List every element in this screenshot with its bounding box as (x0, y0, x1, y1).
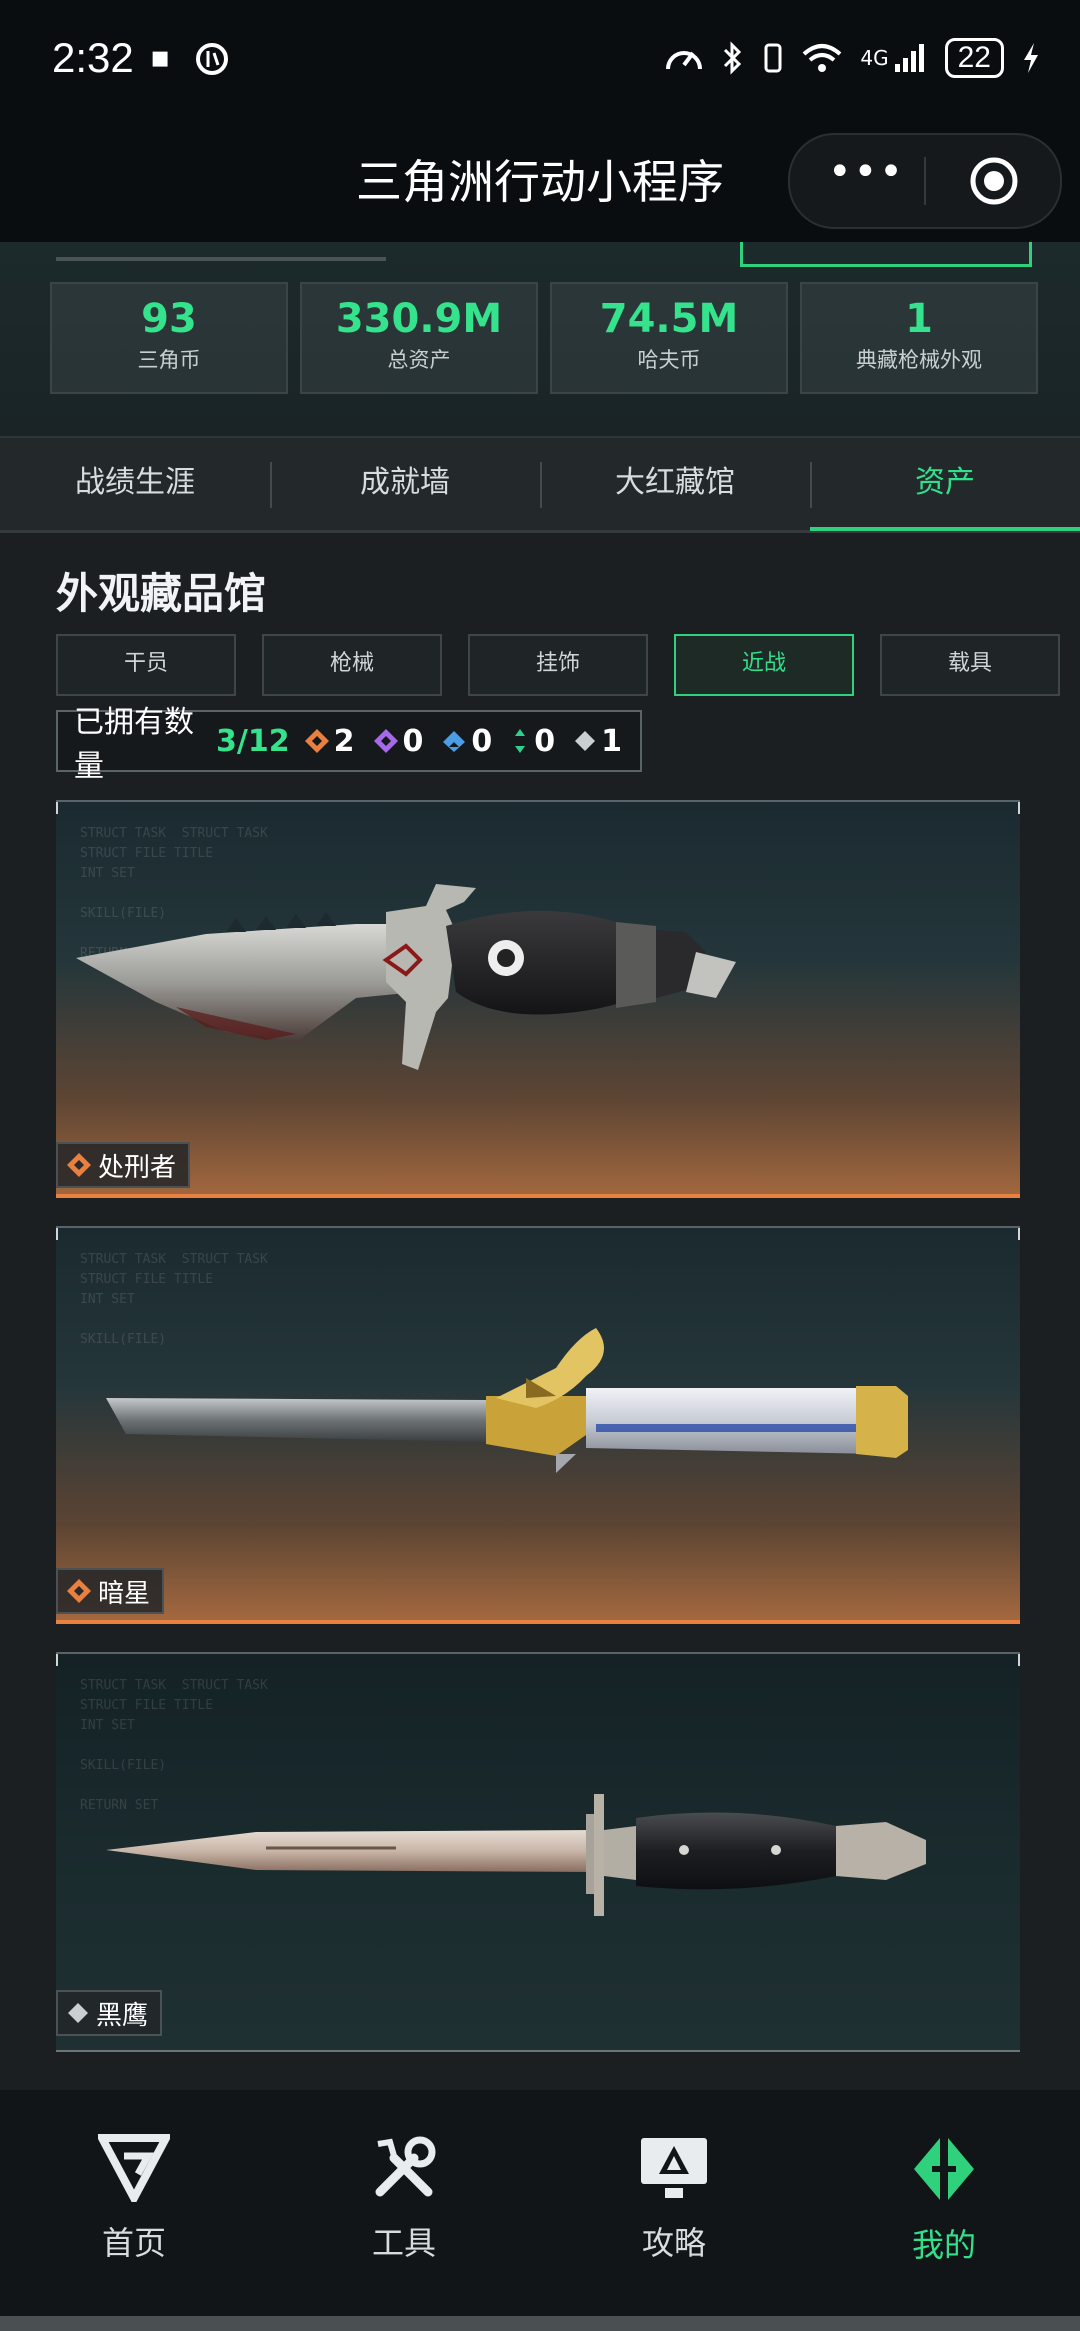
knife-dark-star-image (106, 1328, 908, 1473)
nav-guides[interactable]: 攻略 (574, 2134, 774, 2264)
blue-diamond-icon (443, 731, 466, 752)
tab-red-collection[interactable]: 大红藏馆 (540, 438, 810, 530)
rarity-bar (56, 1194, 1020, 1198)
nav-label: 我的 (911, 2226, 976, 2264)
rarity-count: 2 (333, 723, 355, 759)
stat-card-havoc-coin: 74.5M 哈夫币 (550, 282, 788, 394)
collection-item-card[interactable]: STRUCT TASK STRUCT TASK STRUCT FILE TITL… (56, 1652, 1020, 2052)
header-partial-button[interactable] (740, 242, 1032, 267)
status-bar: 2:32 ▪ 4G 22 (0, 0, 1080, 120)
tab-assets[interactable]: 资产 (810, 438, 1080, 530)
nav-profile[interactable]: 我的 (844, 2134, 1044, 2266)
nav-tools[interactable]: 工具 (304, 2134, 504, 2264)
rarity-count: 0 (534, 723, 556, 759)
stat-label: 哈夫币 (637, 348, 701, 372)
notification-icons: ▪ (150, 40, 230, 77)
vibrate-icon (764, 43, 782, 73)
profile-tabs: 战绩生涯 成就墙 大红藏馆 资产 (0, 438, 1080, 533)
orange-diamond-icon (67, 1153, 91, 1177)
active-tab-indicator (810, 527, 1080, 531)
tools-icon (375, 2136, 436, 2197)
signal-icon (894, 44, 924, 72)
network-label: 4G (860, 46, 889, 70)
gray-diamond-icon (575, 731, 596, 751)
filter-firearms[interactable]: 枪械 (262, 634, 442, 696)
monitor-guide-icon (641, 2138, 707, 2198)
bottom-navigation: 首页 工具 攻略 我的 (0, 2090, 1080, 2316)
mini-program-title-bar: 三角洲行动小程序 ••• (0, 120, 1080, 242)
rarity-orange-count: 2 (304, 724, 355, 759)
rarity-gray-count: 1 (573, 724, 622, 759)
item-name: 处刑者 (98, 1152, 177, 1183)
wifi-icon (803, 44, 842, 72)
category-filters: 干员 枪械 挂饰 近战 载具 (56, 634, 1060, 696)
rarity-count: 1 (601, 723, 622, 759)
filter-vehicles[interactable]: 载具 (880, 634, 1060, 696)
stat-label: 典藏枪械外观 (856, 348, 982, 372)
stat-value: 330.9M (335, 296, 503, 342)
target-close-icon[interactable] (968, 155, 1020, 207)
system-home-bar (0, 2316, 1080, 2331)
ellipsis-icon[interactable]: ••• (828, 149, 903, 195)
gray-diamond-icon (68, 2003, 88, 2023)
filter-melee[interactable]: 近战 (674, 634, 854, 696)
orange-diamond-icon (67, 1579, 91, 1603)
stat-card-collection-skins: 1 典藏枪械外观 (800, 282, 1038, 394)
stat-label: 三角币 (137, 348, 201, 372)
status-time: 2:32 (52, 34, 134, 81)
green-diamond-icon (515, 729, 526, 753)
speed-icon (666, 51, 703, 70)
owned-label: 已拥有数量 (74, 705, 194, 784)
nav-label: 攻略 (641, 2224, 706, 2262)
item-name-tag: 处刑者 (56, 1142, 191, 1188)
orange-diamond-icon (304, 729, 329, 753)
app-notification-icon (195, 42, 228, 75)
tab-career[interactable]: 战绩生涯 (0, 438, 270, 530)
item-name-tag: 黑鹰 (56, 1990, 163, 2036)
item-name: 暗星 (98, 1578, 151, 1609)
stat-label: 总资产 (387, 348, 451, 372)
rarity-count: 0 (402, 723, 424, 759)
bluetooth-icon (724, 41, 742, 75)
nav-label: 工具 (371, 2224, 436, 2262)
notification-dot-icon: ▪ (150, 40, 171, 75)
stat-card-total-assets: 330.9M 总资产 (300, 282, 538, 394)
asset-summary: 93 三角币 330.9M 总资产 74.5M 哈夫币 1 典藏枪械外观 (0, 242, 1080, 439)
rarity-bar (56, 1620, 1020, 1624)
status-right: 4G 22 (664, 38, 1040, 78)
stats-row: 93 三角币 330.9M 总资产 74.5M 哈夫币 1 典藏枪械外观 (50, 282, 1038, 394)
stat-card-triangle-coin: 93 三角币 (50, 282, 288, 394)
section-title: 外观藏品馆 (56, 569, 267, 618)
filter-charms[interactable]: 挂饰 (468, 634, 648, 696)
header-decoration-line (56, 257, 386, 261)
purple-diamond-icon (373, 729, 398, 753)
rarity-blue-count: 0 (441, 724, 492, 759)
profile-logo-icon (914, 2138, 974, 2200)
nav-label: 首页 (101, 2224, 166, 2262)
nav-home[interactable]: 首页 (34, 2134, 234, 2264)
rarity-green-count: 0 (510, 724, 555, 759)
mini-program-capsule: ••• (788, 133, 1062, 229)
collection-item-card[interactable]: STRUCT TASK STRUCT TASK STRUCT FILE TITL… (56, 1226, 1020, 1624)
item-name-tag: 暗星 (56, 1568, 165, 1614)
charging-icon (1024, 43, 1038, 73)
owned-summary: 已拥有数量 3/12 2 0 0 0 1 (56, 705, 642, 784)
item-name: 黑鹰 (96, 2000, 149, 2031)
stat-value: 1 (905, 296, 933, 342)
capsule-divider (924, 157, 926, 205)
rarity-purple-count: 0 (373, 723, 424, 759)
owned-count: 3/12 (216, 723, 290, 759)
battery-indicator: 22 (944, 38, 1004, 78)
knife-executioner-image (76, 884, 736, 1070)
tab-achievements[interactable]: 成就墙 (270, 438, 540, 530)
rarity-count: 0 (471, 723, 493, 759)
delta-logo-icon (95, 2134, 173, 2207)
stat-value: 93 (141, 296, 197, 342)
knife-black-hawk-image (106, 1794, 926, 1916)
collection-item-card[interactable]: STRUCT TASK STRUCT TASK STRUCT FILE TITL… (56, 800, 1020, 1198)
filter-operators[interactable]: 干员 (56, 634, 236, 696)
stat-value: 74.5M (599, 296, 739, 342)
